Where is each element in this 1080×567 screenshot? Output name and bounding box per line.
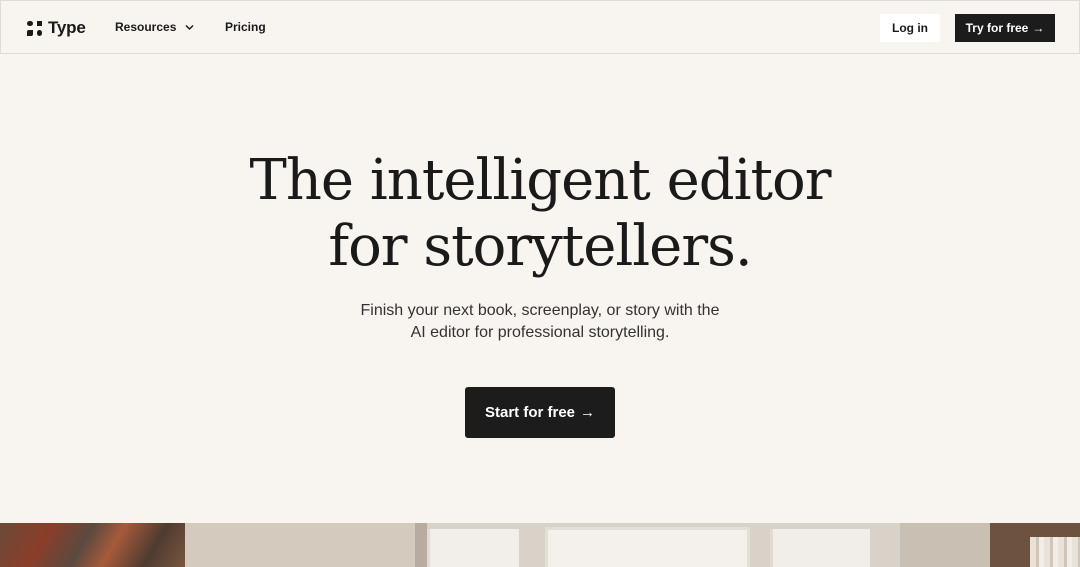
login-button-label: Log in — [892, 21, 928, 35]
hero-subtitle-line1: Finish your next book, screenplay, or st… — [360, 302, 720, 319]
arrow-right-icon: → — [580, 404, 596, 421]
start-for-free-button[interactable]: Start for free → — [465, 387, 615, 438]
arrow-right-icon: → — [1032, 21, 1045, 35]
logo[interactable]: Type — [27, 18, 86, 38]
hero-subtitle: Finish your next book, screenplay, or st… — [0, 300, 1080, 344]
nav-pricing-link[interactable]: Pricing — [225, 20, 266, 34]
hero-title-line1: The intelligent editor — [249, 148, 832, 213]
logo-text: Type — [48, 18, 86, 37]
chevron-down-icon — [186, 24, 194, 30]
nav-pricing-label: Pricing — [225, 20, 266, 34]
nav-resources-label: Resources — [115, 20, 177, 34]
hero-title-line2: for storytellers. — [328, 214, 752, 279]
top-navbar: Type Resources Pricing Log in Try for fr… — [0, 0, 1080, 54]
hero-image — [0, 523, 1080, 567]
nav-resources-dropdown[interactable]: Resources — [115, 20, 194, 34]
hero-title: The intelligent editor for storytellers. — [0, 148, 1080, 280]
try-button-label: Try for free — [965, 21, 1029, 35]
login-button[interactable]: Log in — [880, 14, 940, 42]
try-for-free-button[interactable]: Try for free → — [955, 14, 1055, 42]
hero-subtitle-line2: AI editor for professional storytelling. — [410, 324, 670, 341]
start-button-label: Start for free — [484, 404, 576, 421]
type-logo-icon — [27, 20, 42, 36]
